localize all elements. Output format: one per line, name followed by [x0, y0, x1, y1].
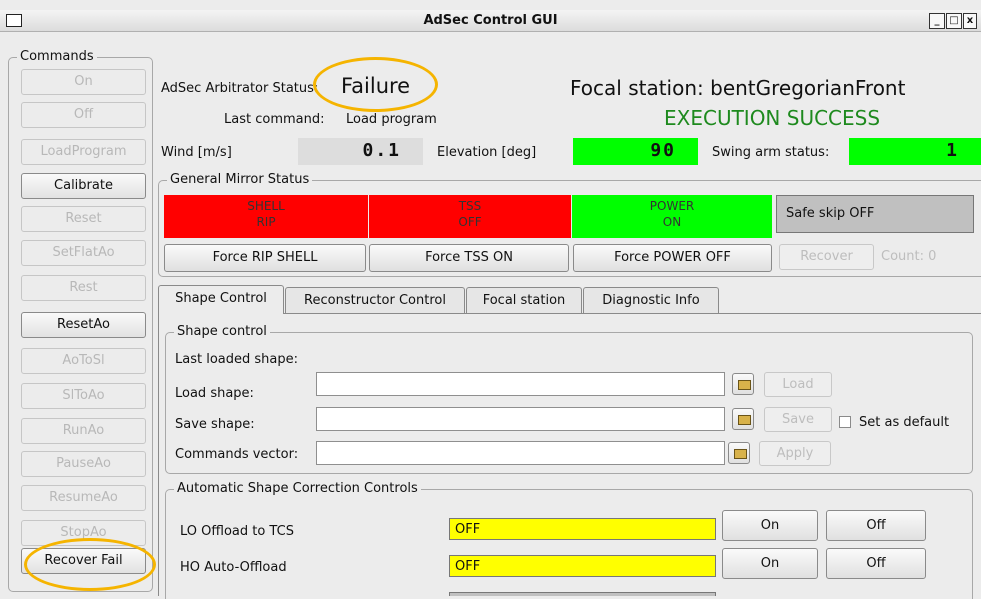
apply-button[interactable]: Apply	[759, 441, 831, 466]
tab-reconstructor-control[interactable]: Reconstructor Control	[285, 287, 465, 314]
recover-count: Count: 0	[881, 249, 937, 264]
wind-display: 0.1	[298, 138, 423, 165]
commands-vector-input[interactable]	[316, 441, 725, 465]
save-folder-button[interactable]	[732, 408, 754, 430]
tab-shape-control[interactable]: Shape Control	[158, 285, 284, 314]
title-bar: AdSec Control GUI _ □ x	[0, 10, 981, 32]
commands-vector-label: Commands vector:	[175, 447, 299, 462]
power-title: POWER	[649, 199, 695, 213]
execution-status: EXECUTION SUCCESS	[664, 106, 881, 130]
command-button-resetao[interactable]: ResetAo	[21, 312, 146, 338]
set-default-checkbox[interactable]	[839, 416, 851, 428]
load-shape-input[interactable]	[316, 372, 725, 396]
elevation-label: Elevation [deg]	[437, 145, 537, 160]
shell-state: RIP	[256, 215, 276, 229]
lo-off-button[interactable]: Off	[826, 510, 926, 541]
lo-offload-label: LO Offload to TCS	[180, 524, 294, 539]
command-button-rest[interactable]: Rest	[21, 275, 146, 301]
asc-group: Automatic Shape Correction Controls	[165, 481, 973, 599]
command-button-off[interactable]: Off	[21, 102, 146, 128]
ho-offload-status: OFF	[449, 555, 716, 577]
command-button-aotosl[interactable]: AoToSl	[21, 348, 146, 374]
command-button-calibrate[interactable]: Calibrate	[21, 173, 146, 199]
shell-title: SHELL	[247, 199, 285, 213]
ho-on-button[interactable]: On	[722, 548, 818, 579]
focal-station-label: Focal station: bentGregorianFront	[570, 76, 906, 100]
folder-icon	[738, 415, 751, 425]
shape-control-title: Shape control	[174, 324, 270, 339]
swing-arm-display: 1	[849, 138, 981, 165]
arbitrator-label: AdSec Arbitrator Status:	[161, 81, 319, 96]
set-default-label: Set as default	[859, 415, 950, 430]
tss-status: TSS OFF	[369, 195, 571, 238]
folder-icon	[738, 380, 751, 390]
last-loaded-label: Last loaded shape:	[175, 352, 298, 367]
safe-skip-status: Safe skip OFF	[776, 195, 974, 233]
cmdvec-folder-button[interactable]	[728, 442, 750, 464]
command-button-sltoao[interactable]: SlToAo	[21, 383, 146, 409]
save-shape-label: Save shape:	[175, 417, 255, 432]
tss-state: OFF	[458, 215, 482, 229]
command-button-setflatao[interactable]: SetFlatAo	[21, 240, 146, 266]
last-command-value: Load program	[346, 112, 437, 127]
force-rip-shell-button[interactable]: Force RIP SHELL	[164, 244, 366, 272]
minimize-button[interactable]: _	[929, 13, 945, 29]
force-tss-on-button[interactable]: Force TSS ON	[369, 244, 569, 272]
close-button[interactable]: x	[963, 13, 977, 29]
commands-title: Commands	[17, 49, 97, 64]
power-status: POWER ON	[572, 195, 772, 238]
lo-on-button[interactable]: On	[722, 510, 818, 541]
command-button-runao[interactable]: RunAo	[21, 418, 146, 444]
load-folder-button[interactable]	[732, 373, 754, 395]
folder-icon	[734, 449, 747, 459]
power-state: ON	[662, 215, 682, 229]
elevation-display: 90	[573, 138, 698, 165]
mirror-status-title: General Mirror Status	[167, 172, 313, 187]
load-button[interactable]: Load	[764, 372, 832, 397]
tab-focal-station[interactable]: Focal station	[466, 287, 582, 314]
tab-diagnostic-info[interactable]: Diagnostic Info	[583, 287, 719, 314]
ho-offload-label: HO Auto-Offload	[180, 560, 287, 575]
wind-label: Wind [m/s]	[161, 145, 232, 160]
command-button-on[interactable]: On	[21, 69, 146, 95]
command-button-loadprogram[interactable]: LoadProgram	[21, 139, 146, 165]
window-title: AdSec Control GUI	[423, 13, 558, 28]
next-status-partial	[449, 592, 716, 596]
save-button[interactable]: Save	[764, 407, 832, 432]
command-button-resumeao[interactable]: ResumeAo	[21, 485, 146, 511]
load-shape-label: Load shape:	[175, 386, 254, 401]
shell-status: SHELL RIP	[164, 195, 368, 238]
swing-arm-label: Swing arm status:	[712, 145, 830, 160]
command-button-pauseao[interactable]: PauseAo	[21, 451, 146, 477]
save-shape-input[interactable]	[316, 407, 725, 431]
failure-highlight-circle	[313, 57, 438, 112]
tss-title: TSS	[458, 199, 482, 213]
recover-fail-highlight-circle	[24, 538, 156, 591]
lo-offload-status: OFF	[449, 518, 716, 540]
maximize-button[interactable]: □	[946, 13, 962, 29]
last-command-label: Last command:	[224, 112, 325, 127]
asc-title: Automatic Shape Correction Controls	[174, 481, 421, 496]
ho-off-button[interactable]: Off	[826, 548, 926, 579]
command-button-reset[interactable]: Reset	[21, 206, 146, 232]
force-power-off-button[interactable]: Force POWER OFF	[573, 244, 772, 272]
recover-button[interactable]: Recover	[779, 244, 874, 270]
